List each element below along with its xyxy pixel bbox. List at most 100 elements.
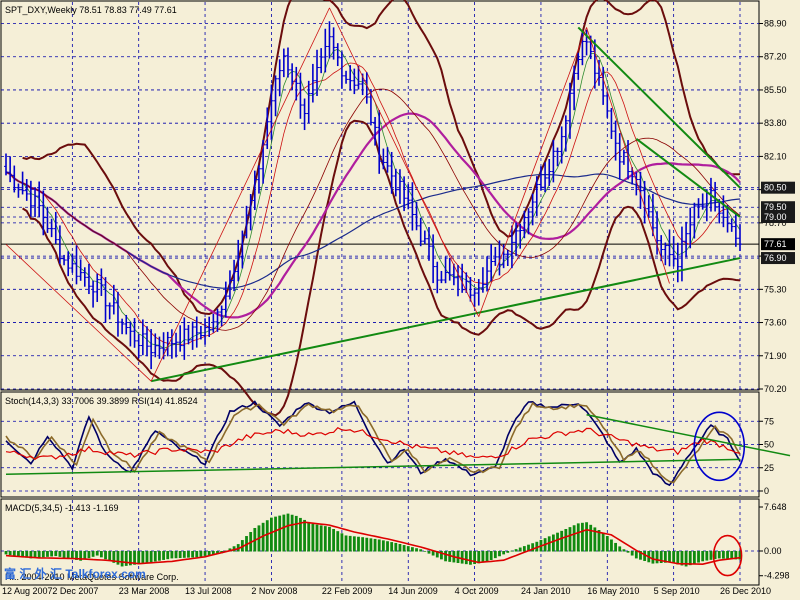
macd-axis: 7.648 0.00 -4.298 xyxy=(759,502,790,581)
price-tick-label: 82.10 xyxy=(764,151,787,161)
macd-bar xyxy=(99,551,103,558)
macd-bar xyxy=(381,540,385,552)
macd-bar xyxy=(58,551,62,557)
macd-title: MACD(5,34,5) -1.413 -1.169 xyxy=(5,503,119,513)
macd-bar xyxy=(510,550,514,552)
macd-bar xyxy=(328,526,331,552)
macd-bar xyxy=(634,551,638,559)
macd-bar xyxy=(141,551,145,564)
macd-bar xyxy=(170,551,174,559)
macd-bar xyxy=(415,548,418,552)
macd-bar xyxy=(116,551,120,565)
macd-bar xyxy=(668,551,671,563)
macd-bar xyxy=(498,551,501,557)
macd-bar xyxy=(626,551,630,553)
macd-bar xyxy=(66,551,70,559)
macd-bar xyxy=(410,547,414,552)
macd-bar xyxy=(502,551,506,555)
macd-bar xyxy=(199,551,203,557)
x-tick-label: 16 May 2010 xyxy=(587,586,639,596)
price-tick-label: 71.90 xyxy=(764,351,787,361)
macd-bar xyxy=(307,521,311,552)
macd-bar xyxy=(17,551,20,557)
macd-bar xyxy=(518,547,522,552)
macd-bar xyxy=(278,515,282,552)
macd-bar xyxy=(265,520,269,552)
macd-bar xyxy=(87,551,91,559)
macd-bar xyxy=(336,531,340,552)
macd-bar xyxy=(195,551,199,558)
level-badge: 79.00 xyxy=(761,211,795,223)
macd-bar xyxy=(709,551,713,560)
macd-bar xyxy=(585,522,588,552)
macd-tick-label: 7.648 xyxy=(764,502,787,512)
price-tick-label: 88.90 xyxy=(764,19,787,29)
macd-bar xyxy=(551,534,555,552)
macd-bar xyxy=(610,539,613,552)
macd-bar xyxy=(104,551,107,560)
macd-bar xyxy=(91,551,95,557)
macd-bar xyxy=(41,551,45,558)
level-badge: 80.50 xyxy=(761,181,795,194)
x-tick-label: 22 Feb 2009 xyxy=(322,586,373,596)
price-axis: 88.9087.2085.5083.8082.1080.4078.7077.00… xyxy=(759,19,795,394)
macd-bar xyxy=(46,551,49,557)
macd-bar xyxy=(348,535,352,552)
macd-bar xyxy=(290,514,294,552)
stoch-tick-label: 50 xyxy=(764,440,774,450)
macd-bar xyxy=(564,528,568,552)
macd-bar xyxy=(386,541,389,552)
macd-bar xyxy=(178,551,182,559)
macd-bar xyxy=(319,525,323,552)
macd-bar xyxy=(274,516,277,552)
macd-bar xyxy=(361,537,365,552)
macd-bar xyxy=(622,549,626,552)
trading-chart: 88.9087.2085.5083.8082.1080.4078.7077.00… xyxy=(0,0,795,596)
macd-bar xyxy=(514,549,518,552)
macd-bar xyxy=(589,524,593,552)
macd-bar xyxy=(153,551,157,562)
svg-text:79.50: 79.50 xyxy=(764,202,787,212)
price-tick-label: 73.60 xyxy=(764,318,787,328)
macd-bar xyxy=(390,542,394,552)
macd-bar xyxy=(37,551,41,558)
macd-bar xyxy=(572,525,576,552)
svg-text:77.61: 77.61 xyxy=(764,239,787,249)
x-tick-label: 5 Sep 2010 xyxy=(654,586,700,596)
macd-bar xyxy=(688,551,692,566)
macd-bar xyxy=(137,551,141,565)
price-tick-label: 83.80 xyxy=(764,118,787,128)
level-badge: 77.61 xyxy=(761,238,795,251)
x-tick-label: 12 Aug 2007 xyxy=(2,586,53,596)
macd-bar xyxy=(315,524,319,552)
macd-bar xyxy=(581,522,584,552)
macd-bar xyxy=(398,544,402,552)
macd-bar xyxy=(485,551,489,562)
price-tick-label: 75.30 xyxy=(764,284,787,294)
macd-bar xyxy=(651,551,655,564)
macd-bar xyxy=(460,551,464,564)
macd-bar xyxy=(402,545,406,552)
macd-bar xyxy=(394,542,398,552)
macd-bar xyxy=(560,530,564,552)
stoch-tick-label: 0 xyxy=(764,486,769,496)
price-tick-label: 87.20 xyxy=(764,52,787,62)
macd-bar xyxy=(672,551,676,564)
macd-bar xyxy=(108,551,112,561)
stoch-tick-label: 75 xyxy=(764,416,774,426)
macd-bar xyxy=(601,532,605,552)
macd-bar xyxy=(481,551,485,563)
macd-bar xyxy=(605,536,609,552)
stoch-title: Stoch(14,3,3) 33.7006 39.3899 RSI(14) 41… xyxy=(5,396,198,406)
macd-bar xyxy=(726,551,729,559)
macd-bar xyxy=(369,538,373,552)
macd-bar xyxy=(182,551,186,558)
watermark: 富 汇 外 汇 Talkforex.com xyxy=(4,566,146,581)
macd-bar xyxy=(419,549,423,552)
price-tick-label: 70.20 xyxy=(764,384,787,394)
macd-bar xyxy=(149,551,153,563)
macd-bar xyxy=(444,551,447,562)
macd-bar xyxy=(406,546,410,552)
x-tick-label: 23 Mar 2008 xyxy=(119,586,170,596)
macd-bar xyxy=(705,551,709,561)
